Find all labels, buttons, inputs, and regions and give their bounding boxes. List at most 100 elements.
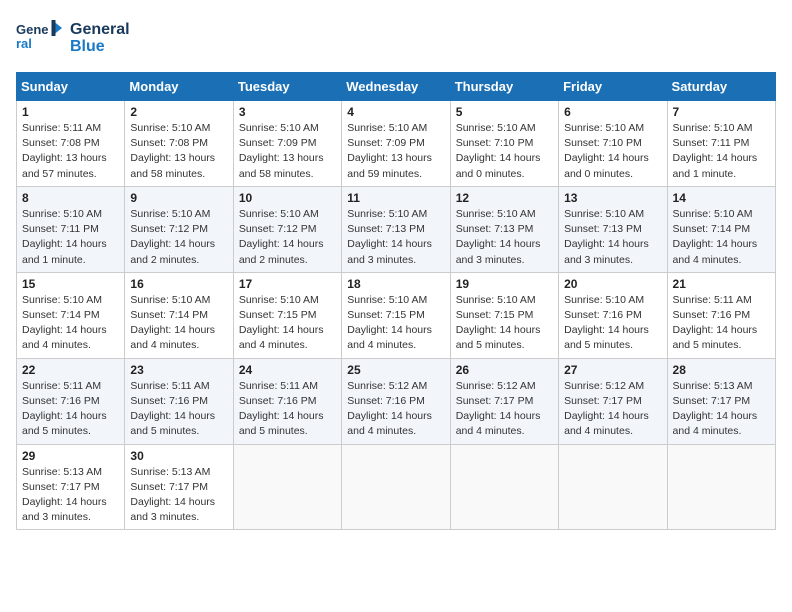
calendar-cell: 15 Sunrise: 5:10 AMSunset: 7:14 PMDaylig… bbox=[17, 272, 125, 358]
day-number: 25 bbox=[347, 363, 444, 377]
calendar-cell bbox=[450, 444, 558, 530]
day-number: 23 bbox=[130, 363, 227, 377]
calendar-table: SundayMondayTuesdayWednesdayThursdayFrid… bbox=[16, 72, 776, 530]
calendar-cell: 22 Sunrise: 5:11 AMSunset: 7:16 PMDaylig… bbox=[17, 358, 125, 444]
calendar-cell: 18 Sunrise: 5:10 AMSunset: 7:15 PMDaylig… bbox=[342, 272, 450, 358]
calendar-cell: 1 Sunrise: 5:11 AMSunset: 7:08 PMDayligh… bbox=[17, 101, 125, 187]
svg-text:ral: ral bbox=[16, 36, 32, 51]
day-info: Sunrise: 5:10 AMSunset: 7:14 PMDaylight:… bbox=[130, 294, 215, 352]
calendar-cell: 29 Sunrise: 5:13 AMSunset: 7:17 PMDaylig… bbox=[17, 444, 125, 530]
day-info: Sunrise: 5:10 AMSunset: 7:09 PMDaylight:… bbox=[347, 122, 432, 180]
calendar-cell: 25 Sunrise: 5:12 AMSunset: 7:16 PMDaylig… bbox=[342, 358, 450, 444]
day-number: 15 bbox=[22, 277, 119, 291]
weekday-header-thursday: Thursday bbox=[450, 73, 558, 101]
calendar-cell: 7 Sunrise: 5:10 AMSunset: 7:11 PMDayligh… bbox=[667, 101, 775, 187]
day-number: 13 bbox=[564, 191, 661, 205]
calendar-cell: 14 Sunrise: 5:10 AMSunset: 7:14 PMDaylig… bbox=[667, 186, 775, 272]
day-number: 9 bbox=[130, 191, 227, 205]
calendar-cell: 30 Sunrise: 5:13 AMSunset: 7:17 PMDaylig… bbox=[125, 444, 233, 530]
day-number: 27 bbox=[564, 363, 661, 377]
day-number: 21 bbox=[673, 277, 770, 291]
day-info: Sunrise: 5:12 AMSunset: 7:16 PMDaylight:… bbox=[347, 380, 432, 438]
day-info: Sunrise: 5:13 AMSunset: 7:17 PMDaylight:… bbox=[130, 466, 215, 524]
calendar-cell: 16 Sunrise: 5:10 AMSunset: 7:14 PMDaylig… bbox=[125, 272, 233, 358]
calendar-cell: 26 Sunrise: 5:12 AMSunset: 7:17 PMDaylig… bbox=[450, 358, 558, 444]
day-number: 28 bbox=[673, 363, 770, 377]
day-number: 3 bbox=[239, 105, 336, 119]
day-number: 1 bbox=[22, 105, 119, 119]
day-number: 26 bbox=[456, 363, 553, 377]
day-number: 7 bbox=[673, 105, 770, 119]
day-number: 14 bbox=[673, 191, 770, 205]
calendar-week-row: 29 Sunrise: 5:13 AMSunset: 7:17 PMDaylig… bbox=[17, 444, 776, 530]
calendar-cell: 9 Sunrise: 5:10 AMSunset: 7:12 PMDayligh… bbox=[125, 186, 233, 272]
logo-icon: Gene ral bbox=[16, 16, 66, 60]
day-number: 4 bbox=[347, 105, 444, 119]
day-info: Sunrise: 5:12 AMSunset: 7:17 PMDaylight:… bbox=[456, 380, 541, 438]
day-info: Sunrise: 5:10 AMSunset: 7:13 PMDaylight:… bbox=[564, 208, 649, 266]
calendar-cell: 28 Sunrise: 5:13 AMSunset: 7:17 PMDaylig… bbox=[667, 358, 775, 444]
day-number: 6 bbox=[564, 105, 661, 119]
day-info: Sunrise: 5:10 AMSunset: 7:11 PMDaylight:… bbox=[22, 208, 107, 266]
day-info: Sunrise: 5:13 AMSunset: 7:17 PMDaylight:… bbox=[673, 380, 758, 438]
day-info: Sunrise: 5:10 AMSunset: 7:12 PMDaylight:… bbox=[130, 208, 215, 266]
day-number: 2 bbox=[130, 105, 227, 119]
svg-text:Gene: Gene bbox=[16, 22, 49, 37]
day-info: Sunrise: 5:11 AMSunset: 7:08 PMDaylight:… bbox=[22, 122, 107, 180]
weekday-header-monday: Monday bbox=[125, 73, 233, 101]
day-info: Sunrise: 5:11 AMSunset: 7:16 PMDaylight:… bbox=[673, 294, 758, 352]
calendar-cell bbox=[233, 444, 341, 530]
calendar-week-row: 15 Sunrise: 5:10 AMSunset: 7:14 PMDaylig… bbox=[17, 272, 776, 358]
day-info: Sunrise: 5:10 AMSunset: 7:15 PMDaylight:… bbox=[239, 294, 324, 352]
calendar-cell: 8 Sunrise: 5:10 AMSunset: 7:11 PMDayligh… bbox=[17, 186, 125, 272]
day-info: Sunrise: 5:10 AMSunset: 7:11 PMDaylight:… bbox=[673, 122, 758, 180]
calendar-cell: 23 Sunrise: 5:11 AMSunset: 7:16 PMDaylig… bbox=[125, 358, 233, 444]
calendar-week-row: 22 Sunrise: 5:11 AMSunset: 7:16 PMDaylig… bbox=[17, 358, 776, 444]
logo-general: Gene bbox=[70, 21, 110, 38]
calendar-cell bbox=[342, 444, 450, 530]
day-number: 18 bbox=[347, 277, 444, 291]
day-number: 16 bbox=[130, 277, 227, 291]
calendar-week-row: 8 Sunrise: 5:10 AMSunset: 7:11 PMDayligh… bbox=[17, 186, 776, 272]
calendar-cell: 11 Sunrise: 5:10 AMSunset: 7:13 PMDaylig… bbox=[342, 186, 450, 272]
calendar-cell: 24 Sunrise: 5:11 AMSunset: 7:16 PMDaylig… bbox=[233, 358, 341, 444]
day-number: 11 bbox=[347, 191, 444, 205]
calendar-cell bbox=[667, 444, 775, 530]
day-info: Sunrise: 5:10 AMSunset: 7:12 PMDaylight:… bbox=[239, 208, 324, 266]
day-info: Sunrise: 5:10 AMSunset: 7:13 PMDaylight:… bbox=[456, 208, 541, 266]
calendar-cell bbox=[559, 444, 667, 530]
calendar-cell: 2 Sunrise: 5:10 AMSunset: 7:08 PMDayligh… bbox=[125, 101, 233, 187]
calendar-cell: 17 Sunrise: 5:10 AMSunset: 7:15 PMDaylig… bbox=[233, 272, 341, 358]
logo-blue-text: Blue bbox=[70, 38, 130, 56]
calendar-cell: 10 Sunrise: 5:10 AMSunset: 7:12 PMDaylig… bbox=[233, 186, 341, 272]
day-info: Sunrise: 5:10 AMSunset: 7:08 PMDaylight:… bbox=[130, 122, 215, 180]
calendar-cell: 13 Sunrise: 5:10 AMSunset: 7:13 PMDaylig… bbox=[559, 186, 667, 272]
day-info: Sunrise: 5:11 AMSunset: 7:16 PMDaylight:… bbox=[22, 380, 107, 438]
day-info: Sunrise: 5:10 AMSunset: 7:14 PMDaylight:… bbox=[673, 208, 758, 266]
day-info: Sunrise: 5:10 AMSunset: 7:10 PMDaylight:… bbox=[564, 122, 649, 180]
weekday-header-sunday: Sunday bbox=[17, 73, 125, 101]
day-number: 20 bbox=[564, 277, 661, 291]
day-info: Sunrise: 5:10 AMSunset: 7:13 PMDaylight:… bbox=[347, 208, 432, 266]
day-number: 17 bbox=[239, 277, 336, 291]
day-number: 19 bbox=[456, 277, 553, 291]
calendar-cell: 12 Sunrise: 5:10 AMSunset: 7:13 PMDaylig… bbox=[450, 186, 558, 272]
day-info: Sunrise: 5:10 AMSunset: 7:15 PMDaylight:… bbox=[456, 294, 541, 352]
calendar-cell: 5 Sunrise: 5:10 AMSunset: 7:10 PMDayligh… bbox=[450, 101, 558, 187]
day-info: Sunrise: 5:10 AMSunset: 7:14 PMDaylight:… bbox=[22, 294, 107, 352]
weekday-header-friday: Friday bbox=[559, 73, 667, 101]
day-number: 10 bbox=[239, 191, 336, 205]
day-number: 22 bbox=[22, 363, 119, 377]
calendar-cell: 6 Sunrise: 5:10 AMSunset: 7:10 PMDayligh… bbox=[559, 101, 667, 187]
calendar-cell: 3 Sunrise: 5:10 AMSunset: 7:09 PMDayligh… bbox=[233, 101, 341, 187]
day-info: Sunrise: 5:11 AMSunset: 7:16 PMDaylight:… bbox=[130, 380, 215, 438]
weekday-header-wednesday: Wednesday bbox=[342, 73, 450, 101]
calendar-cell: 20 Sunrise: 5:10 AMSunset: 7:16 PMDaylig… bbox=[559, 272, 667, 358]
day-info: Sunrise: 5:13 AMSunset: 7:17 PMDaylight:… bbox=[22, 466, 107, 524]
day-info: Sunrise: 5:11 AMSunset: 7:16 PMDaylight:… bbox=[239, 380, 324, 438]
day-number: 12 bbox=[456, 191, 553, 205]
weekday-header-tuesday: Tuesday bbox=[233, 73, 341, 101]
day-number: 5 bbox=[456, 105, 553, 119]
day-info: Sunrise: 5:10 AMSunset: 7:10 PMDaylight:… bbox=[456, 122, 541, 180]
calendar-week-row: 1 Sunrise: 5:11 AMSunset: 7:08 PMDayligh… bbox=[17, 101, 776, 187]
